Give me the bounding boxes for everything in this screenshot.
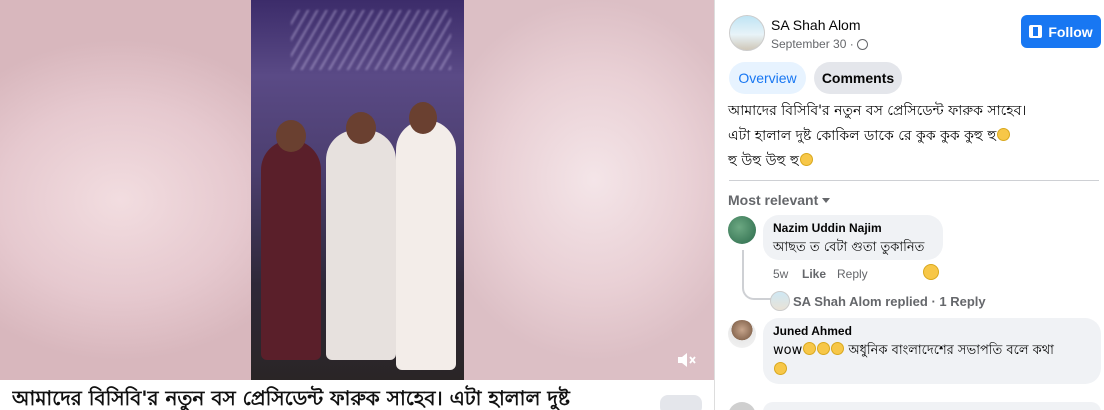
ceiling-lights <box>291 10 451 70</box>
tab-comments[interactable]: Comments <box>814 62 902 94</box>
comment-text: আছত ত বেটা গুতা তুকানিত <box>773 240 925 255</box>
commenter-name[interactable]: Juned Ahmed <box>773 324 1091 338</box>
reply-author-avatar <box>770 291 790 311</box>
tab-overview[interactable]: Overview <box>729 62 806 94</box>
caption-more-button[interactable] <box>660 395 702 410</box>
author-avatar[interactable] <box>729 15 765 51</box>
follow-button[interactable]: Follow <box>1021 15 1101 48</box>
comment-text: wow অধুনিক বাংলাদেশের সভাপতি বলে কথা <box>773 341 1091 378</box>
comment-text-prefix: wow <box>773 343 803 358</box>
author-name[interactable]: SA Shah Alom <box>771 17 861 33</box>
commenter-avatar[interactable] <box>728 320 756 348</box>
blush-emoji-icon <box>799 153 813 166</box>
comment-reply-button[interactable]: Reply <box>837 267 868 281</box>
globe-icon <box>856 38 868 50</box>
follow-icon <box>1029 25 1043 38</box>
comment-time[interactable]: 5w <box>773 267 788 281</box>
video-frame[interactable] <box>251 0 464 380</box>
follow-label: Follow <box>1048 23 1093 40</box>
facebook-video-post-view: আমাদের বিসিবি'র নতুন বস প্রেসিডেন্ট ফারু… <box>0 0 1104 410</box>
blush-emoji-icon <box>803 342 817 355</box>
comment-like-button[interactable]: Like <box>802 267 826 281</box>
video-blur-background-right <box>464 0 714 380</box>
post-side-panel: SA Shah Alom September 30 · Follow Overv… <box>714 0 1104 410</box>
comment-bubble: Nazim Uddin Najim আছত ত বেটা গুতা তুকানি… <box>763 215 943 260</box>
commenter-avatar[interactable] <box>728 402 756 410</box>
chevron-down-icon <box>822 198 831 203</box>
video-caption: আমাদের বিসিবি'র নতুন বস প্রেসিডেন্ট ফারু… <box>12 386 570 410</box>
post-text-line-wrap: এটা হালাল দুষ্ট কোকিল ডাকে রে কুক কুক কু… <box>728 124 1088 149</box>
divider <box>729 180 1099 181</box>
comment-bubble <box>763 402 1101 410</box>
comment-bubble: Juned Ahmed wow অধুনিক বাংলাদেশের সভাপতি… <box>763 318 1101 384</box>
post-text-line: হু উহু উহু হু <box>728 153 799 169</box>
view-replies-link[interactable]: SA Shah Alom replied · 1 Reply <box>793 294 986 309</box>
comment-sort-label: Most relevant <box>728 192 819 208</box>
video-player[interactable] <box>0 0 714 380</box>
comment-sort-dropdown[interactable]: Most relevant <box>728 192 831 208</box>
laugh-reaction-icon[interactable] <box>923 264 939 280</box>
mute-icon[interactable] <box>676 350 696 370</box>
blush-emoji-icon <box>817 342 831 355</box>
blush-emoji-icon <box>831 342 845 355</box>
post-text-line: আমাদের বিসিবি'র নতুন বস প্রেসিডেন্ট ফারু… <box>728 103 1027 119</box>
laugh-emoji-icon <box>774 362 787 375</box>
commenter-name[interactable]: Nazim Uddin Najim <box>773 221 933 235</box>
video-person-head <box>409 102 437 134</box>
post-text-line: এটা হালাল দুষ্ট কোকিল ডাকে রে কুক কুক কু… <box>728 128 997 144</box>
reply-thread-line <box>742 250 772 300</box>
post-date-text[interactable]: September 30 · <box>771 37 854 51</box>
video-person <box>396 120 456 370</box>
comment-text-body: অধুনিক বাংলাদেশের সভাপতি বলে কথা <box>848 343 1054 358</box>
video-person-head <box>276 120 306 152</box>
commenter-avatar[interactable] <box>728 216 756 244</box>
video-person-head <box>346 112 376 144</box>
video-person <box>326 130 396 360</box>
post-text: আমাদের বিসিবি'র নতুন বস প্রেসিডেন্ট ফারু… <box>728 99 1088 174</box>
sad-emoji-icon <box>997 128 1011 141</box>
post-date: September 30 · <box>771 37 868 51</box>
video-person <box>261 140 321 360</box>
post-text-line-wrap: হু উহু উহু হু <box>728 149 1088 174</box>
